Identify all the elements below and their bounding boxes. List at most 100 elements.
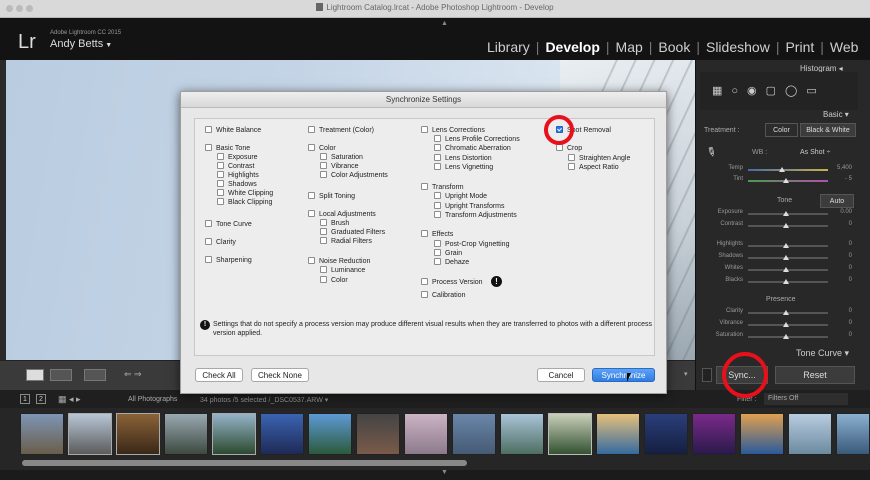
temp-value[interactable]: 5,400	[832, 165, 852, 171]
checkbox-crop[interactable]: Crop	[556, 144, 582, 153]
checkbox-contrast[interactable]: Contrast	[217, 162, 254, 171]
whites-knob[interactable]	[783, 267, 789, 272]
module-print[interactable]: Print	[785, 39, 814, 55]
module-library[interactable]: Library	[487, 39, 530, 55]
exposure-knob[interactable]	[783, 211, 789, 216]
checkbox-effects[interactable]: Effects	[421, 230, 453, 239]
checkbox-radial-filters[interactable]: Radial Filters	[320, 237, 372, 246]
filmstrip-thumb[interactable]	[548, 413, 592, 455]
filmstrip-thumb[interactable]	[20, 413, 64, 455]
tone-curve-header[interactable]: Tone Curve ▾	[796, 348, 849, 359]
module-map[interactable]: Map	[616, 39, 643, 55]
filmstrip-thumb[interactable]	[212, 413, 256, 455]
checkbox-black-clipping[interactable]: Black Clipping	[217, 198, 272, 207]
treatment-color-button[interactable]: Color	[765, 123, 798, 137]
page-1-button[interactable]: 1	[20, 394, 30, 404]
treatment-bw-button[interactable]: Black & White	[800, 123, 856, 137]
prev-next-arrows-icon[interactable]: ⇐ ⇒	[124, 369, 142, 380]
module-slideshow[interactable]: Slideshow	[706, 39, 770, 55]
checkbox-calibration[interactable]: Calibration	[421, 291, 465, 300]
blacks-knob[interactable]	[783, 279, 789, 284]
checkbox-white-clipping[interactable]: White Clipping	[217, 189, 273, 198]
tint-knob[interactable]	[783, 178, 789, 183]
check-all-button[interactable]: Check All	[195, 368, 243, 382]
checkbox-basic-tone[interactable]: Basic Tone	[205, 144, 250, 153]
filmstrip-thumb[interactable]	[404, 413, 448, 455]
temp-knob[interactable]	[779, 167, 785, 172]
highlights-knob[interactable]	[783, 243, 789, 248]
checkbox-transform[interactable]: Transform	[421, 183, 464, 192]
module-develop[interactable]: Develop	[545, 39, 599, 55]
filmstrip-thumb[interactable]	[164, 413, 208, 455]
filmstrip-thumb[interactable]	[356, 413, 400, 455]
filmstrip-thumb[interactable]	[692, 413, 736, 455]
shadows-knob[interactable]	[783, 255, 789, 260]
checkbox-chromatic-aberration[interactable]: Chromatic Aberration	[434, 144, 511, 153]
module-book[interactable]: Book	[658, 39, 690, 55]
filmstrip-scrollbar[interactable]	[22, 460, 467, 466]
vibrance-knob[interactable]	[783, 322, 789, 327]
module-web[interactable]: Web	[830, 39, 859, 55]
checkbox-sharpening[interactable]: Sharpening	[205, 256, 252, 265]
checkbox-local-adjustments[interactable]: Local Adjustments	[308, 210, 376, 219]
filmstrip-thumb[interactable]	[116, 413, 160, 455]
vibrance-value[interactable]: 0	[832, 320, 852, 326]
checkbox-dehaze[interactable]: Dehaze	[434, 258, 469, 267]
filmstrip-thumb[interactable]	[68, 413, 112, 455]
temp-slider[interactable]	[748, 169, 828, 171]
checkbox-saturation[interactable]: Saturation	[320, 153, 363, 162]
filmstrip-thumb[interactable]	[260, 413, 304, 455]
user-name[interactable]: Andy Betts ▼	[50, 38, 112, 50]
checkbox-white-balance[interactable]: White Balance	[205, 126, 261, 135]
basic-header[interactable]: Basic ▾	[823, 110, 849, 119]
auto-button[interactable]: Auto	[820, 194, 854, 208]
before-after-icon[interactable]	[84, 369, 106, 381]
blacks-value[interactable]: 0	[832, 277, 852, 283]
filmstrip-thumb[interactable]	[308, 413, 352, 455]
checkbox-upright-mode[interactable]: Upright Mode	[434, 192, 487, 201]
checkbox-lens-profile-corrections[interactable]: Lens Profile Corrections	[434, 135, 520, 144]
compare-view-icon[interactable]	[50, 369, 72, 381]
source-label[interactable]: All Photographs	[128, 396, 177, 403]
loupe-view-icon[interactable]	[26, 369, 44, 381]
checkbox-transform-adjustments[interactable]: Transform Adjustments	[434, 211, 517, 220]
checkbox-lens-corrections[interactable]: Lens Corrections	[421, 126, 485, 135]
checkbox-grain[interactable]: Grain	[434, 249, 462, 258]
selection-info[interactable]: 34 photos /5 selected /_DSC0537.ARW ▾	[200, 396, 328, 404]
checkbox-process-version[interactable]: Process Version	[421, 278, 483, 287]
highlights-value[interactable]: 0	[832, 241, 852, 247]
filmstrip-thumb[interactable]	[788, 413, 832, 455]
grid-nav-icon[interactable]: ▦ ◂ ▸	[58, 394, 81, 405]
saturation-knob[interactable]	[783, 334, 789, 339]
filmstrip-thumb[interactable]	[836, 413, 870, 455]
top-panel-toggle-icon[interactable]: ▲	[441, 20, 448, 27]
checkbox-treatment-color[interactable]: Treatment (Color)	[308, 126, 374, 135]
bottom-panel-toggle-icon[interactable]: ▼	[441, 469, 448, 476]
checkbox-tone-curve[interactable]: Tone Curve	[205, 220, 252, 229]
checkbox-vibrance[interactable]: Vibrance	[320, 162, 359, 171]
checkbox-shadows[interactable]: Shadows	[217, 180, 257, 189]
checkbox-noise-color[interactable]: Color	[320, 276, 348, 285]
synchronize-button[interactable]: Synchronize	[592, 368, 655, 382]
checkbox-post-crop-vignetting[interactable]: Post-Crop Vignetting	[434, 240, 509, 249]
checkbox-lens-vignetting[interactable]: Lens Vignetting	[434, 163, 493, 172]
cancel-button[interactable]: Cancel	[537, 368, 585, 382]
clarity-knob[interactable]	[783, 310, 789, 315]
contrast-value[interactable]: 0	[832, 221, 852, 227]
filmstrip-thumb[interactable]	[644, 413, 688, 455]
checkbox-luminance[interactable]: Luminance	[320, 266, 365, 275]
clarity-value[interactable]: 0	[832, 308, 852, 314]
filter-select[interactable]: Filters Off	[764, 393, 848, 405]
filmstrip-thumb[interactable]	[452, 413, 496, 455]
filmstrip-thumb[interactable]	[740, 413, 784, 455]
tool-strip[interactable]: ▦○◉▢◯▭	[712, 84, 852, 98]
checkbox-graduated-filters[interactable]: Graduated Filters	[320, 228, 385, 237]
toolbar-menu-icon[interactable]: ▾	[684, 370, 688, 378]
checkbox-straighten-angle[interactable]: Straighten Angle	[568, 154, 630, 163]
checkbox-highlights[interactable]: Highlights	[217, 171, 259, 180]
filmstrip-thumb[interactable]	[596, 413, 640, 455]
exposure-value[interactable]: 0.00	[832, 209, 852, 215]
checkbox-split-toning[interactable]: Split Toning	[308, 192, 355, 201]
checkbox-aspect-ratio[interactable]: Aspect Ratio	[568, 163, 619, 172]
filmstrip-thumb[interactable]	[500, 413, 544, 455]
